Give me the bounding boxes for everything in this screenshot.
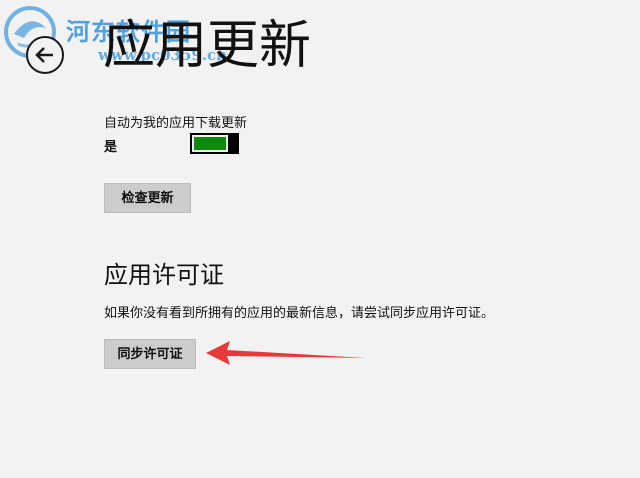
licenses-description: 如果你没有看到所拥有的应用的最新信息，请尝试同步应用许可证。 xyxy=(104,306,495,321)
back-button[interactable] xyxy=(26,36,64,74)
annotation-arrow-shape xyxy=(206,341,366,365)
sync-licenses-button[interactable]: 同步许可证 xyxy=(104,339,196,369)
auto-update-toggle[interactable] xyxy=(190,133,239,154)
check-updates-button[interactable]: 检查更新 xyxy=(104,183,191,213)
licenses-heading: 应用许可证 xyxy=(104,261,224,289)
page-title: 应用更新 xyxy=(103,16,312,76)
auto-update-state-label: 是 xyxy=(104,140,118,155)
auto-update-label: 自动为我的应用下载更新 xyxy=(104,116,248,131)
toggle-thumb xyxy=(228,133,239,154)
annotation-arrow-icon xyxy=(206,341,366,365)
back-arrow-icon xyxy=(35,47,53,63)
toggle-fill xyxy=(194,137,226,150)
